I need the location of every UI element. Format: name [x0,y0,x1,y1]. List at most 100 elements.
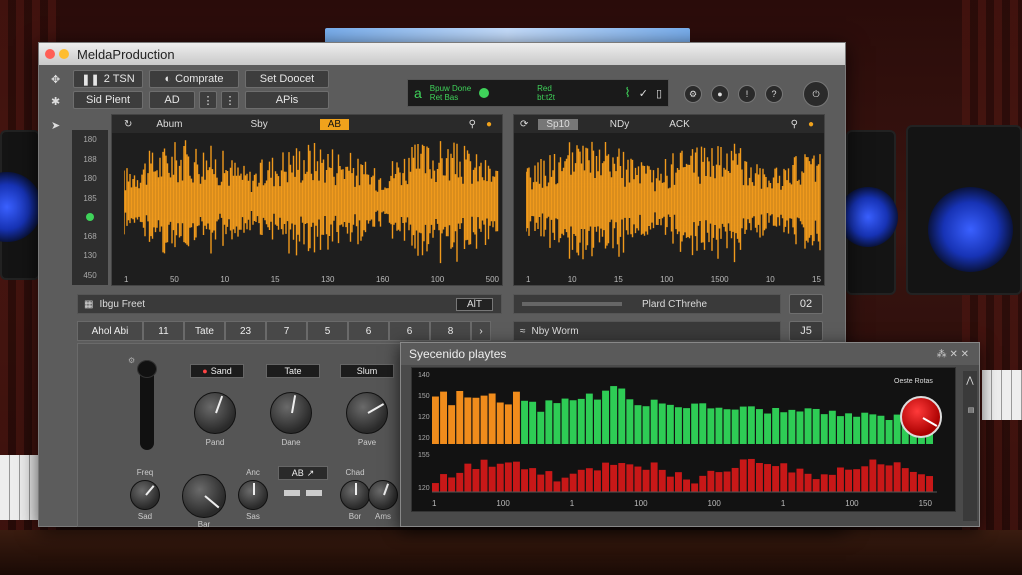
spectrum-bar-red [715,472,723,492]
knob-tag-3: Slum [340,364,394,378]
asterisk-icon[interactable]: ✱ [51,95,60,108]
spectrum-bar-red [456,472,464,492]
sidebar-icon[interactable]: ▯ [656,87,662,100]
small-knob-label: Chad [345,468,365,477]
spectrum-bar [699,403,707,444]
fader-handle[interactable] [137,360,157,378]
value-cell[interactable]: 23 [225,321,266,341]
value-cell[interactable]: 5 [307,321,348,341]
orange-marker-icon[interactable]: ● [486,119,492,130]
close-dot[interactable] [45,49,55,59]
small-switch-2[interactable] [306,490,322,496]
value-cell[interactable]: Ahol Abi [77,321,143,341]
help-round-button[interactable]: ? [765,85,783,103]
gear-small-icon: ⚙ [128,356,136,365]
small-knob-label: Anc [246,468,260,477]
compare-button[interactable]: ◐ Comprate [149,70,239,88]
spectrum-bar-red [731,467,739,492]
small-knob-chad[interactable] [340,480,370,510]
apis-button[interactable]: APis [245,91,329,109]
cursor-icon[interactable]: ➤ [51,119,60,132]
red-gain-knob[interactable] [900,396,942,438]
spectrum-bar [529,401,537,444]
right-strip-2-button[interactable]: J5 [789,321,823,341]
spectrum-y-top: 140 150 120 120 [418,372,430,442]
spectrum-bar-red [772,466,780,492]
spectrum-bar-red [585,468,593,492]
power-round-button[interactable]: ⏻ [803,81,829,107]
spectrum-bar-red [893,462,901,492]
value-cell[interactable]: 11 [143,321,184,341]
knob-dane[interactable] [270,392,312,434]
pin-icon[interactable]: ⚲ [469,119,476,130]
value-cell[interactable]: 8 [430,321,471,341]
small-knob-freq[interactable] [130,480,160,510]
sid-pient-button[interactable]: Sid Pient [73,91,143,109]
ad-button[interactable]: AD [149,91,195,109]
left-strip-button[interactable]: AlT [456,297,493,311]
left-header-sby: Sby [250,118,268,130]
more-dots-button-1[interactable]: ⋮ [199,91,217,109]
spectrum-bar [440,391,447,444]
x-tick: 10 [220,275,230,284]
large-knob-bar[interactable] [182,474,226,518]
ab-toggle[interactable]: AB ↗ [278,466,328,480]
value-row-next[interactable]: › [471,321,491,341]
right-strip-button[interactable]: 02 [789,294,823,314]
pin-icon[interactable]: ⚲ [791,119,798,130]
minimize-dot[interactable] [59,49,69,59]
right-header-sp-button[interactable]: Sp10 [538,118,578,130]
wave-small-icon: ≈ [520,325,526,337]
small-switch-1[interactable] [284,490,300,496]
knob-pand[interactable] [194,392,236,434]
record-round-button[interactable]: ● [711,85,729,103]
orange-marker-icon[interactable]: ● [808,119,814,130]
preset-2tsn-button[interactable]: ❚❚ 2 TSN [73,70,143,88]
knob-label-pand: Pand [205,438,225,447]
set-doocet-button[interactable]: Set Doocet [245,70,329,88]
lcd-a-label: a [414,85,422,101]
value-cell[interactable]: 6 [389,321,430,341]
x-tick: 1 [526,275,531,284]
speaker-right-large [906,125,1022,295]
wave-tool-icon[interactable]: ↻ [124,119,132,130]
spectrum-close-icons[interactable]: ⁂ ✕ ✕ [937,349,969,360]
y-label: 150 [418,393,430,400]
left-waveform-panel: ↻ Abum Sby AB ⚲ ● 1 50 10 15 130 160 100… [111,114,503,286]
small-knob-label: Ams [375,512,391,521]
spectrum-bar-red [780,463,788,492]
spectrum-bar [432,396,439,444]
check-icon[interactable]: ✓ [639,87,648,100]
small-knob-ams[interactable] [368,480,398,510]
spectrum-bar [561,398,569,444]
spectrum-bar-red [618,463,626,492]
x-tick: 1500 [710,275,729,284]
left-header-ab-button[interactable]: AB [319,118,350,130]
info-round-button[interactable]: ! [738,85,756,103]
right-strip-slider[interactable] [522,302,622,306]
spectrum-bar-red [918,474,925,492]
loop-icon[interactable]: ⟳ [520,119,528,130]
value-cell[interactable]: 6 [348,321,389,341]
spectrum-bar [488,393,496,444]
spectrum-bar [715,407,723,444]
spectrum-bar-red [642,469,650,492]
spectrum-bar [650,399,658,444]
x-tick: 100 [707,499,721,508]
arrow-icon[interactable]: ✥ [51,73,60,86]
knob-pave[interactable] [346,392,388,434]
spectrum-bar-red [869,459,877,492]
small-knob-anc[interactable] [238,480,268,510]
settings-round-button[interactable]: ⚙ [684,85,702,103]
curve-icon[interactable]: ⌇ [624,85,630,101]
grid-icon[interactable]: ▦ [84,299,93,310]
value-cell[interactable]: 7 [266,321,307,341]
x-tick: 1 [432,499,437,508]
x-tick: 150 [918,499,932,508]
value-cell[interactable]: Tate [184,321,225,341]
spectrum-tool-icon[interactable]: ⋀ [966,375,973,386]
more-dots-button-2[interactable]: ⋮ [221,91,239,109]
master-fader[interactable] [137,360,157,450]
spectrum-bar-red [472,469,480,492]
spectrum-bar [853,416,861,444]
